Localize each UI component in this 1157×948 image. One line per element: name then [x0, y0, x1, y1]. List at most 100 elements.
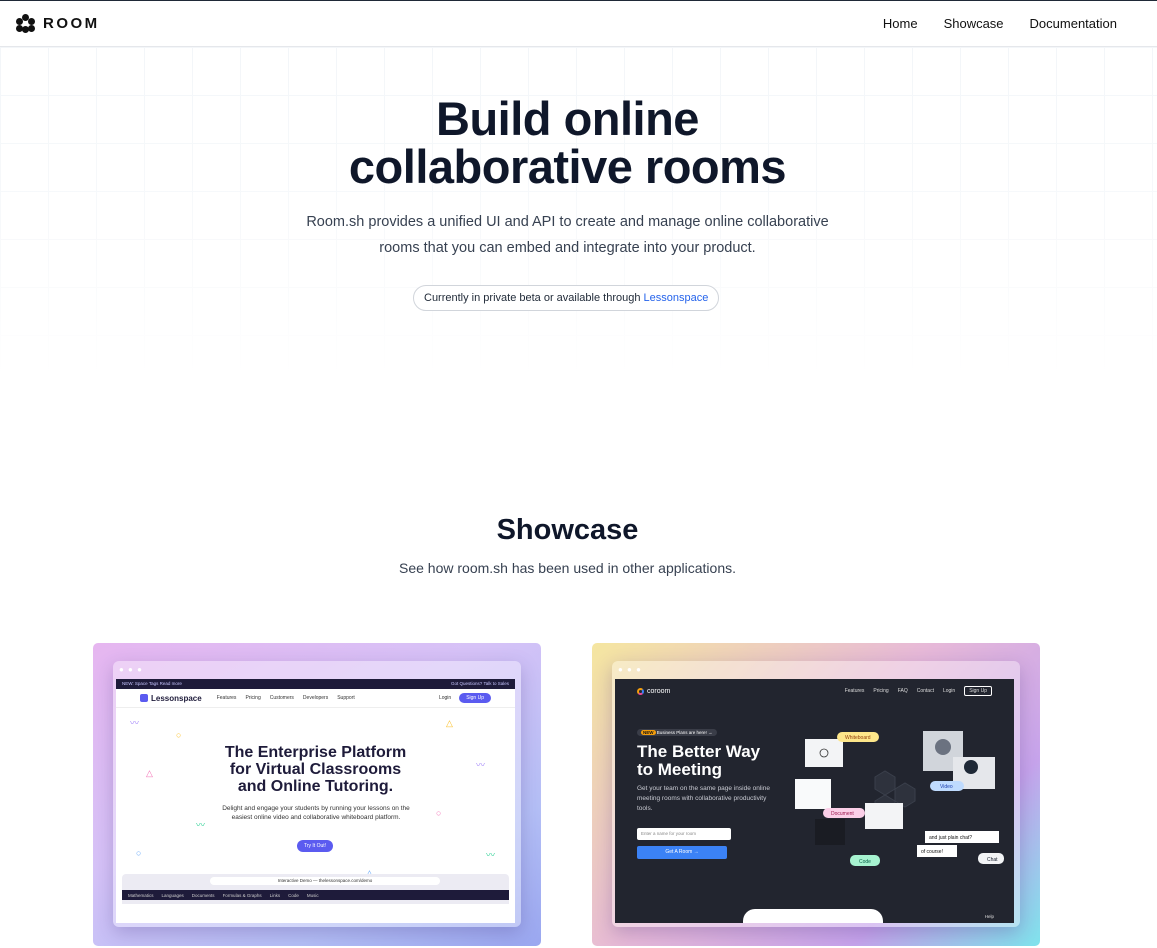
ls-tab: Documents — [191, 892, 215, 898]
ls-tab: Formulas & Graphs — [222, 892, 262, 898]
co-badge-text: Business Plans are here! → — [656, 730, 713, 735]
beta-pill-text: Currently in private beta or available t… — [424, 292, 641, 304]
ls-nav-item: Support — [337, 695, 355, 701]
lessonspace-screenshot: NEW: Space Tags Read more Got Questions?… — [116, 679, 515, 923]
confetti-icon: 〰 — [196, 820, 206, 830]
ls-cta-button: Try It Out! — [297, 840, 334, 852]
co-nav-item: FAQ — [897, 688, 908, 694]
confetti-icon: 〰 — [486, 850, 496, 860]
document-panel — [795, 779, 831, 809]
ls-logo-icon — [140, 694, 148, 702]
confetti-icon: ○ — [136, 848, 142, 858]
ls-tab: Languages — [161, 892, 184, 898]
chat-text: of course! — [921, 849, 943, 855]
top-navbar: ROOM Home Showcase Documentation — [0, 1, 1157, 47]
chip-label: Video — [940, 784, 953, 790]
hex-shape — [874, 770, 896, 796]
logo-text: ROOM — [43, 15, 100, 32]
ls-hero: 〰 ○ △ 〰 ○ △ 〰 ○ 〰 △ ○ The Enterprise Pla… — [116, 708, 515, 904]
ls-brand: Lessonspace — [140, 694, 202, 703]
ls-demo-bar: Interactive Demo — thelessonspace.com/de… — [210, 877, 440, 885]
ls-navbar: Lessonspace Features Pricing Customers D… — [116, 689, 515, 708]
ls-tab: Links — [269, 892, 281, 898]
co-illustration: Whiteboard Video Document Code Chat and … — [795, 731, 1004, 866]
showcase-card-coroom[interactable]: ● ● ● coroom Features Pricing FAQ Contac… — [592, 643, 1040, 946]
co-body-text: Get your team on the same page inside on… — [637, 785, 770, 812]
chip-label: Code — [859, 859, 871, 865]
document-panel — [865, 803, 903, 829]
room-logo-icon — [16, 14, 35, 33]
ls-headline: The Enterprise Platform for Virtual Clas… — [116, 744, 515, 795]
hero-title: Build online collaborative rooms — [0, 95, 1135, 191]
confetti-icon: 〰 — [130, 718, 140, 728]
ls-tab: Code — [288, 892, 299, 898]
confetti-icon: ○ — [176, 730, 182, 740]
co-get-room-button: Get A Room → — [637, 846, 727, 859]
ls-nav-item: Developers — [302, 695, 329, 701]
window-dots-icon: ● ● ● — [119, 665, 143, 674]
nav-showcase-link[interactable]: Showcase — [944, 16, 1004, 31]
person-avatar-icon — [935, 739, 951, 755]
browser-window: ● ● ● NEW: Space Tags Read more Got Ques… — [113, 661, 521, 927]
co-brand: coroom — [637, 687, 671, 695]
coroom-logo-icon — [637, 687, 644, 695]
co-badge: NEW Business Plans are here! → — [637, 729, 717, 736]
ls-banner-left: NEW: Space Tags Read more — [122, 681, 182, 686]
ls-subject-tabs: Mathematics Languages Documents Formulas… — [122, 890, 509, 900]
co-help: Help — [984, 914, 994, 919]
beta-pill: Currently in private beta or available t… — [413, 285, 720, 311]
co-nav-item: Pricing — [873, 688, 889, 694]
co-brand-text: coroom — [647, 687, 671, 695]
co-bottom-tab — [743, 909, 883, 923]
showcase-title: Showcase — [496, 514, 639, 546]
co-signup: Sign Up — [964, 686, 992, 696]
person-avatar-icon — [964, 760, 978, 774]
showcase-card-lessonspace[interactable]: ● ● ● NEW: Space Tags Read more Got Ques… — [93, 643, 541, 946]
ls-nav-item: Customers — [269, 695, 294, 701]
code-panel — [815, 819, 845, 845]
chip-label: Document — [831, 811, 854, 817]
ls-tab: Mathematics — [128, 892, 154, 898]
ls-headline-1: The Enterprise Platform — [224, 744, 407, 761]
nav-documentation-link[interactable]: Documentation — [1030, 16, 1117, 31]
showcase-subtitle: See how room.sh has been used in other a… — [399, 560, 736, 576]
ls-body-text: Delight and engage your students by runn… — [222, 805, 410, 821]
ls-nav-item: Features — [216, 695, 237, 701]
chat-text: and just plain chat? — [929, 835, 972, 841]
co-nav-item: Features — [844, 688, 865, 694]
co-headline: The Better Way to Meeting — [637, 743, 760, 779]
ls-headline-3: and Online Tutoring. — [237, 778, 394, 795]
co-nav-item: Contact — [916, 688, 934, 694]
hero-subtitle-line1: Room.sh provides a unified UI and API to… — [306, 214, 829, 230]
confetti-icon: △ — [446, 718, 453, 728]
window-dots-icon: ● ● ● — [618, 665, 642, 674]
ls-nav-item: Pricing — [245, 695, 261, 701]
co-room-name-input: Enter a name for your room — [637, 828, 731, 840]
ls-demo-panel: Interactive Demo — thelessonspace.com/de… — [122, 874, 509, 904]
co-badge-new: NEW — [641, 730, 656, 735]
logo[interactable]: ROOM — [16, 14, 100, 33]
co-headline-1: The Better Way — [637, 742, 761, 761]
whiteboard-panel — [805, 739, 843, 767]
ls-banner-right: Got Questions? Talk to Sales — [451, 681, 509, 686]
ls-announcement-bar: NEW: Space Tags Read more Got Questions?… — [116, 679, 515, 689]
confetti-icon: ○ — [436, 808, 442, 818]
lessonspace-link[interactable]: Lessonspace — [644, 292, 709, 304]
nav-home-link[interactable]: Home — [883, 16, 918, 31]
co-headline-2: to Meeting — [637, 760, 722, 779]
hero-subtitle-line2: rooms that you can embed and integrate i… — [379, 240, 756, 256]
co-nav-item: Login — [942, 688, 956, 694]
hero-title-line1: Build online — [436, 92, 699, 145]
browser-window: ● ● ● coroom Features Pricing FAQ Contac… — [612, 661, 1020, 927]
chip-label: Whiteboard — [845, 735, 871, 741]
ls-signup: Sign Up — [459, 693, 491, 703]
coroom-screenshot: coroom Features Pricing FAQ Contact Logi… — [615, 679, 1014, 923]
ls-brand-text: Lessonspace — [151, 693, 202, 703]
ls-tab: Music — [306, 892, 319, 898]
ls-headline-2: for Virtual Classrooms — [229, 761, 402, 778]
hero-subtitle: Room.sh provides a unified UI and API to… — [0, 209, 1135, 261]
chip-label: Chat — [987, 857, 998, 863]
co-navbar: coroom Features Pricing FAQ Contact Logi… — [615, 679, 1014, 703]
ls-login: Login — [438, 695, 452, 701]
hero-title-line2: collaborative rooms — [348, 140, 787, 193]
